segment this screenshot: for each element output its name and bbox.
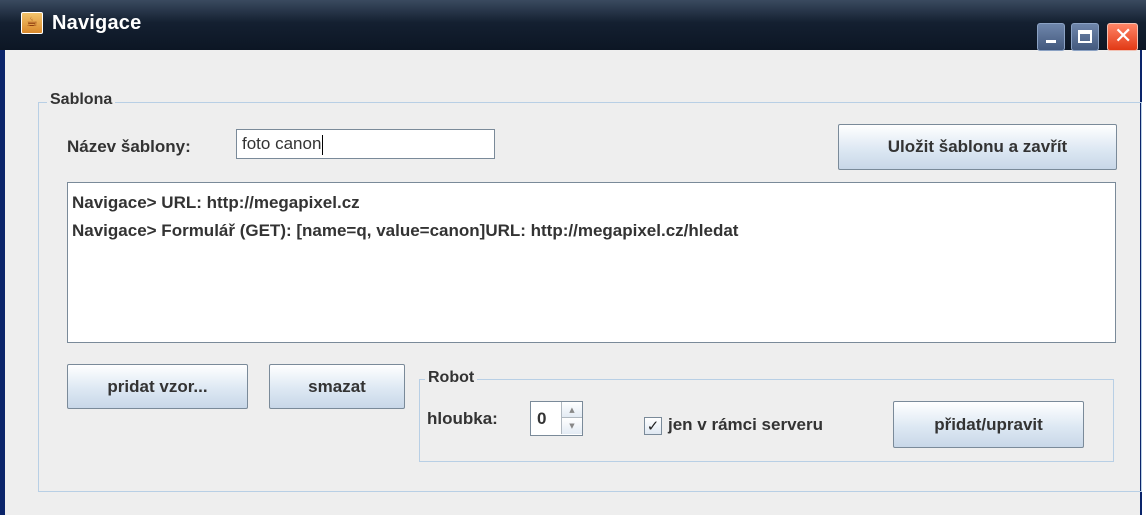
log-textarea[interactable]: Navigace> URL: http://megapixel.cz Navig… xyxy=(67,182,1116,343)
text-caret xyxy=(322,134,324,155)
server-only-label[interactable]: jen v rámci serveru xyxy=(668,415,823,435)
window-title: Navigace xyxy=(52,12,142,34)
close-button[interactable]: ✕ xyxy=(1107,23,1138,51)
minimize-button[interactable] xyxy=(1037,23,1065,51)
minimize-icon xyxy=(1046,40,1056,43)
delete-button[interactable]: smazat xyxy=(269,364,405,409)
add-edit-button[interactable]: přidat/upravit xyxy=(893,401,1084,448)
add-pattern-button[interactable]: pridat vzor... xyxy=(67,364,248,409)
maximize-button[interactable] xyxy=(1071,23,1099,51)
sablona-legend: Sablona xyxy=(47,91,116,109)
close-icon: ✕ xyxy=(1114,24,1133,49)
java-cup-icon: ☕ xyxy=(21,12,43,34)
title-bar[interactable]: ☕ Navigace ✕ xyxy=(0,0,1146,51)
template-name-value: foto canon xyxy=(242,134,322,153)
depth-spinner[interactable]: 0 ▲ ▼ xyxy=(530,401,583,436)
template-name-label: Název šablony: xyxy=(67,137,191,156)
spinner-down-arrow-icon[interactable]: ▼ xyxy=(561,418,582,434)
robot-legend: Robot xyxy=(425,369,478,387)
log-line: Navigace> URL: http://megapixel.cz xyxy=(72,193,360,212)
check-mark-icon: ✓ xyxy=(646,417,660,435)
save-template-button[interactable]: Uložit šablonu a zavřít xyxy=(838,124,1117,170)
server-only-checkbox[interactable]: ✓ xyxy=(644,417,662,435)
maximize-icon xyxy=(1078,30,1092,43)
spinner-up-arrow-icon[interactable]: ▲ xyxy=(561,402,582,418)
depth-value: 0 xyxy=(537,409,547,428)
log-line: Navigace> Formulář (GET): [name=q, value… xyxy=(72,221,739,240)
template-name-input[interactable]: foto canon xyxy=(236,129,495,159)
depth-label: hloubka: xyxy=(427,409,498,428)
